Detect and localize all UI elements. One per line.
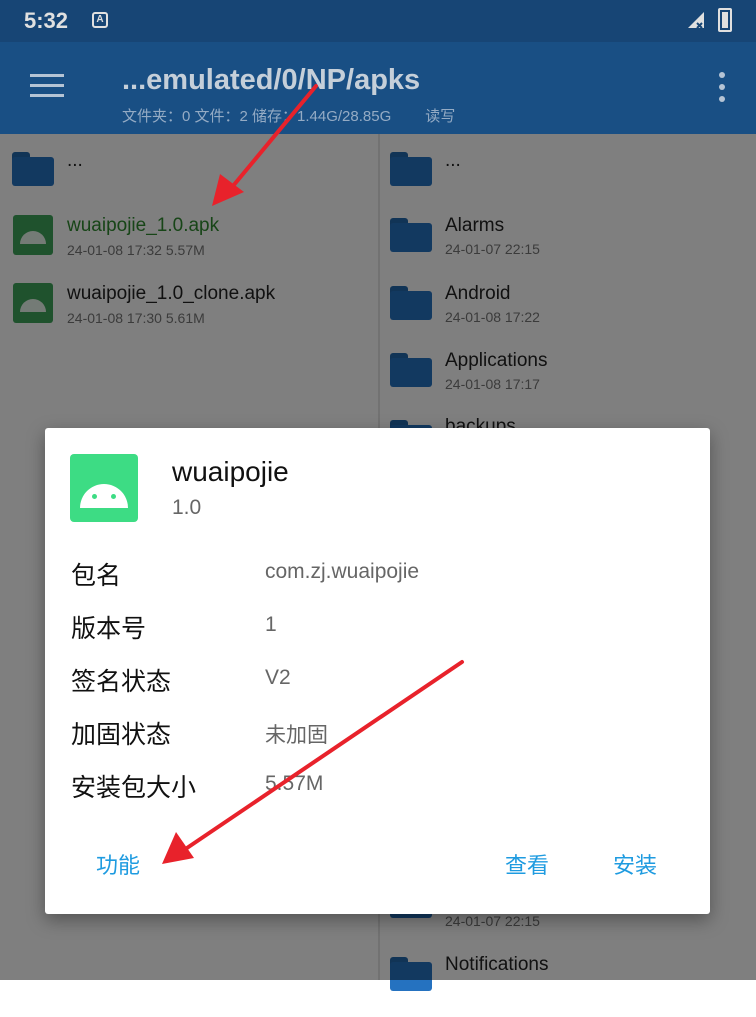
info-label: 签名状态 [71,668,172,696]
apk-info-dialog: wuaipojie 1.0 包名 com.zj.wuaipojie 版本号 1 … [45,428,710,914]
info-label: 包名 [71,562,122,590]
info-label: 版本号 [71,615,147,643]
info-row-signature: 签名状态 V2 [71,662,691,702]
info-row-package: 包名 com.zj.wuaipojie [71,556,691,596]
function-button[interactable]: 功能 [96,848,140,880]
info-value: 5.57M [265,772,324,795]
header-dim [0,0,756,134]
app-version: 1.0 [172,496,202,519]
install-button[interactable]: 安装 [613,848,657,880]
view-button[interactable]: 查看 [505,848,549,880]
app-name: wuaipojie [172,456,289,487]
info-label: 安装包大小 [71,774,197,802]
info-value: com.zj.wuaipojie [265,560,420,583]
info-value: 1 [265,613,277,636]
info-label: 加固状态 [71,721,172,749]
info-value: V2 [265,666,291,689]
info-row-version-code: 版本号 1 [71,609,691,649]
info-row-protection: 加固状态 未加固 [71,715,691,755]
android-app-icon [70,454,138,522]
info-value: 未加固 [265,724,328,747]
info-row-size: 安装包大小 5.57M [71,768,691,808]
